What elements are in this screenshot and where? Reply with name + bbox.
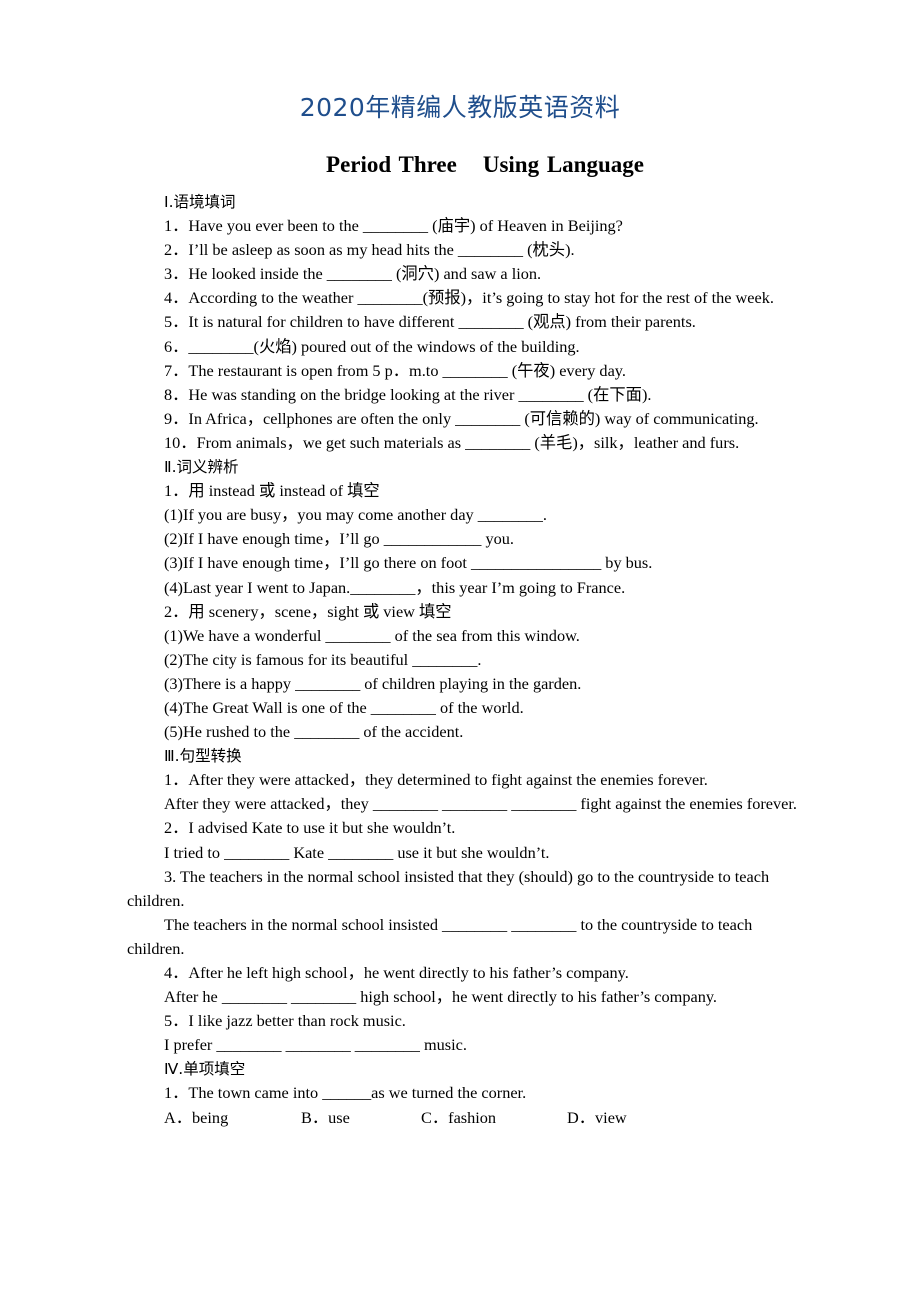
rewrite-sentence: The teachers in the normal school insist… [127,914,753,958]
exercise-item: (3)If I have enough time，I’ll go there o… [164,553,653,573]
document-banner: 2020年精编人教版英语资料 [299,93,621,122]
exercise-item: (3)There is a happy ________ of children… [164,673,582,693]
mc-options: A．being B．use C．fashion D．view [127,1106,799,1130]
mc-question: 1．The town came into ______as we turned … [164,1083,527,1103]
group-prompt: 1．用 instead 或 instead of 填空 [164,481,380,501]
original-sentence: 4．After he left high school，he went dire… [164,963,629,982]
exercise-item: 2．I’ll be asleep as soon as my head hits… [164,240,575,260]
worksheet-body: Ⅰ.语境填词 1．Have you ever been to the _____… [127,190,799,1130]
page-title: Period Three Using Language [0,152,920,178]
rewrite-sentence: I prefer ________ ________ ________ musi… [164,1035,467,1055]
option-b: B．use [301,1107,350,1127]
option-c: C．fashion [421,1107,497,1127]
exercise-item: (2)If I have enough time，I’ll go _______… [164,529,514,549]
exercise-item: (5)He rushed to the ________ of the acci… [164,722,464,742]
exercise-item: (1)If you are busy，you may come another … [164,505,547,525]
rewrite-sentence: After they were attacked，they ________ _… [164,794,797,814]
option-a: A．being [164,1107,229,1127]
title-topic: Using Language [482,152,644,177]
exercise-item: 10．From animals，we get such materials as… [164,432,740,452]
title-period: Period Three [326,152,457,177]
exercise-item: 6．________(火焰) poured out of the windows… [164,336,580,356]
rewrite-sentence: I tried to ________ Kate ________ use it… [164,842,550,862]
section-heading-1: Ⅰ.语境填词 [164,193,236,211]
exercise-item: 3．He looked inside the ________ (洞穴) and… [164,264,542,284]
original-sentence: 1．After they were attacked，they determin… [164,770,708,790]
rewrite-sentence: After he ________ ________ high school，h… [164,987,717,1007]
exercise-item: 7．The restaurant is open from 5 p．m.to _… [164,360,626,380]
option-d: D．view [567,1107,627,1127]
exercise-item: 1．Have you ever been to the ________ (庙宇… [164,216,623,236]
original-sentence: 2．I advised Kate to use it but she would… [164,818,456,838]
original-sentence: 5．I like jazz better than rock music. [164,1011,406,1031]
exercise-item: 8．He was standing on the bridge looking … [164,384,652,404]
exercise-item: (4)Last year I went to Japan.________，th… [164,577,626,597]
exercise-item: (2)The city is famous for its beautiful … [164,649,482,669]
exercise-item: 5．It is natural for children to have dif… [164,312,696,332]
exercise-item: 4．According to the weather ________(预报)，… [164,288,774,308]
section-heading-2: Ⅱ.词义辨析 [164,458,239,477]
section-heading-3: Ⅲ.句型转换 [164,747,242,766]
group-prompt: 2．用 scenery，scene，sight 或 view 填空 [164,601,452,621]
exercise-item: (4)The Great Wall is one of the ________… [164,697,524,717]
exercise-item: (1)We have a wonderful ________ of the s… [164,625,580,645]
section-heading-4: Ⅳ.单项填空 [164,1060,246,1079]
original-sentence: 3. The teachers in the normal school ins… [127,866,770,910]
exercise-item: 9．In Africa，cellphones are often the onl… [164,408,759,428]
